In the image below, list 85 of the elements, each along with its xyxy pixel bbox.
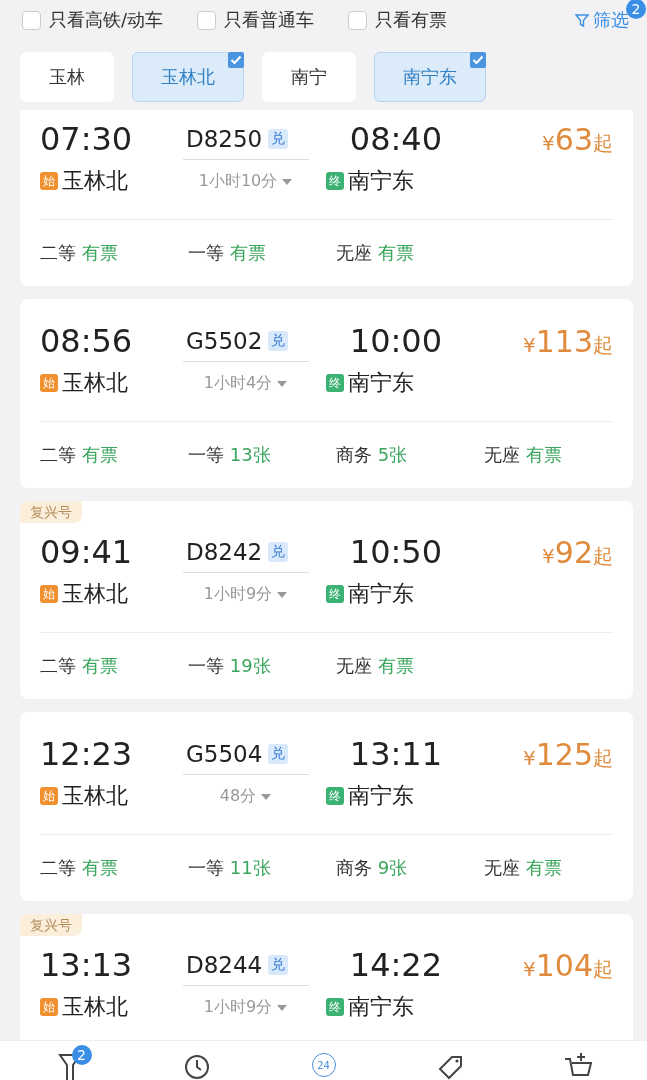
terminal-tag: 终 [326, 585, 344, 603]
origin-tag: 始 [40, 998, 58, 1016]
train-number: D8250 [186, 126, 263, 152]
terminal-station: 南宁东 [348, 993, 414, 1021]
train-number: D8242 [186, 539, 263, 565]
seat-availability: 无座 有票 [484, 856, 563, 880]
train-card[interactable]: 复兴号 13:13 D8244 兑 14:22 ¥104起 始 玉林北 1小时9分 终 南宁东 [20, 914, 633, 1040]
seat-availability: 一等 19张 [188, 654, 272, 678]
seat-availability: 二等 有票 [40, 654, 119, 678]
departure-time: 08:56 [40, 322, 134, 360]
departure-time: 07:30 [40, 120, 134, 158]
caret-icon [281, 177, 294, 186]
train-card[interactable]: 复兴号 09:41 D8242 兑 10:50 ¥92起 始 玉林北 1小时9分 终 南宁东 二等 有票 一等 19张 无座 有票 [20, 501, 633, 699]
exchange-badge: 兑 [268, 331, 289, 351]
terminal-tag: 终 [326, 998, 344, 1016]
origin-tag: 始 [40, 585, 58, 603]
origin-tag: 始 [40, 787, 58, 805]
departure-time: 09:41 [40, 533, 134, 571]
origin-station: 玉林北 [62, 993, 128, 1021]
origin-tag: 始 [40, 374, 58, 392]
seat-availability: 一等 11张 [188, 856, 272, 880]
seat-availability: 无座 有票 [484, 443, 563, 467]
train-card[interactable]: 08:56 G5502 兑 10:00 ¥113起 始 玉林北 1小时4分 终 南宁东 二等 有票 一等 13张 商务 5张 无座 有票 [20, 299, 633, 488]
origin-tag: 始 [40, 172, 58, 190]
filter-checkbox[interactable]: 只看普通车 [197, 8, 315, 32]
departure-time: 12:23 [40, 735, 134, 773]
seat-availability: 二等 有票 [40, 241, 119, 265]
caret-icon [276, 1003, 289, 1012]
terminal-tag: 终 [326, 172, 344, 190]
train-card[interactable]: 07:30 D8250 兑 08:40 ¥63起 始 玉林北 1小时10分 终 南宁东 二等 有票 一等 有票 无座 有票 [20, 110, 633, 286]
checkbox[interactable] [22, 10, 41, 30]
origin-station: 玉林北 [62, 167, 128, 195]
exchange-badge: 兑 [268, 129, 289, 149]
terminal-tag: 终 [326, 374, 344, 392]
seat-availability: 二等 有票 [40, 856, 119, 880]
exchange-badge: 兑 [268, 744, 289, 764]
price: ¥92起 [542, 534, 613, 570]
station-chip[interactable]: 南宁东 [374, 52, 486, 102]
price: ¥63起 [542, 121, 613, 157]
exchange-badge: 兑 [268, 542, 289, 562]
price: ¥125起 [523, 736, 613, 772]
arrival-time: 13:11 [348, 735, 443, 773]
terminal-station: 南宁东 [348, 167, 414, 195]
filter-icon [574, 12, 590, 28]
train-number: G5502 [186, 328, 263, 354]
station-chip[interactable]: 南宁 [262, 52, 356, 102]
caret-icon [276, 379, 289, 388]
filter-checkbox[interactable]: 只看高铁/动车 [22, 8, 164, 32]
check-icon [228, 52, 244, 68]
arrival-time: 10:50 [348, 533, 443, 571]
exchange-badge: 兑 [268, 955, 289, 975]
terminal-station: 南宁东 [348, 580, 414, 608]
seat-availability: 二等 有票 [40, 443, 119, 467]
train-number: D8244 [186, 952, 263, 978]
origin-station: 玉林北 [62, 782, 128, 810]
station-chip[interactable]: 玉林 [20, 52, 114, 102]
origin-station: 玉林北 [62, 580, 128, 608]
price: ¥113起 [523, 323, 613, 359]
seat-availability: 一等 有票 [188, 241, 267, 265]
seat-availability: 商务 9张 [336, 856, 409, 880]
terminal-tag: 终 [326, 787, 344, 805]
terminal-station: 南宁东 [348, 782, 414, 810]
check-icon [470, 52, 486, 68]
seat-availability: 商务 5张 [336, 443, 409, 467]
origin-station: 玉林北 [62, 369, 128, 397]
train-type-badge: 复兴号 [20, 501, 82, 523]
train-card[interactable]: 12:23 G5504 兑 13:11 ¥125起 始 玉林北 48分 终 南宁东 二等 有票 一等 11张 商务 9张 无座 有票 [20, 712, 633, 901]
seat-availability: 一等 13张 [188, 443, 272, 467]
arrival-time: 10:00 [348, 322, 443, 360]
seat-availability: 无座 有票 [336, 241, 415, 265]
checkbox[interactable] [197, 10, 217, 30]
caret-icon [260, 792, 273, 801]
station-chip[interactable]: 玉林北 [132, 52, 244, 102]
checkbox[interactable] [348, 10, 368, 30]
departure-time: 13:13 [40, 946, 134, 984]
filter-checkbox[interactable]: 只看有票 [348, 8, 448, 32]
terminal-station: 南宁东 [348, 369, 414, 397]
count-badge: 2 [71, 1045, 92, 1065]
arrival-time: 08:40 [348, 120, 443, 158]
train-type-badge: 复兴号 [20, 914, 82, 936]
arrival-time: 14:22 [348, 946, 443, 984]
train-number: G5504 [186, 741, 263, 767]
seat-availability: 无座 有票 [336, 654, 415, 678]
caret-icon [276, 590, 289, 599]
price: ¥104起 [523, 947, 613, 983]
